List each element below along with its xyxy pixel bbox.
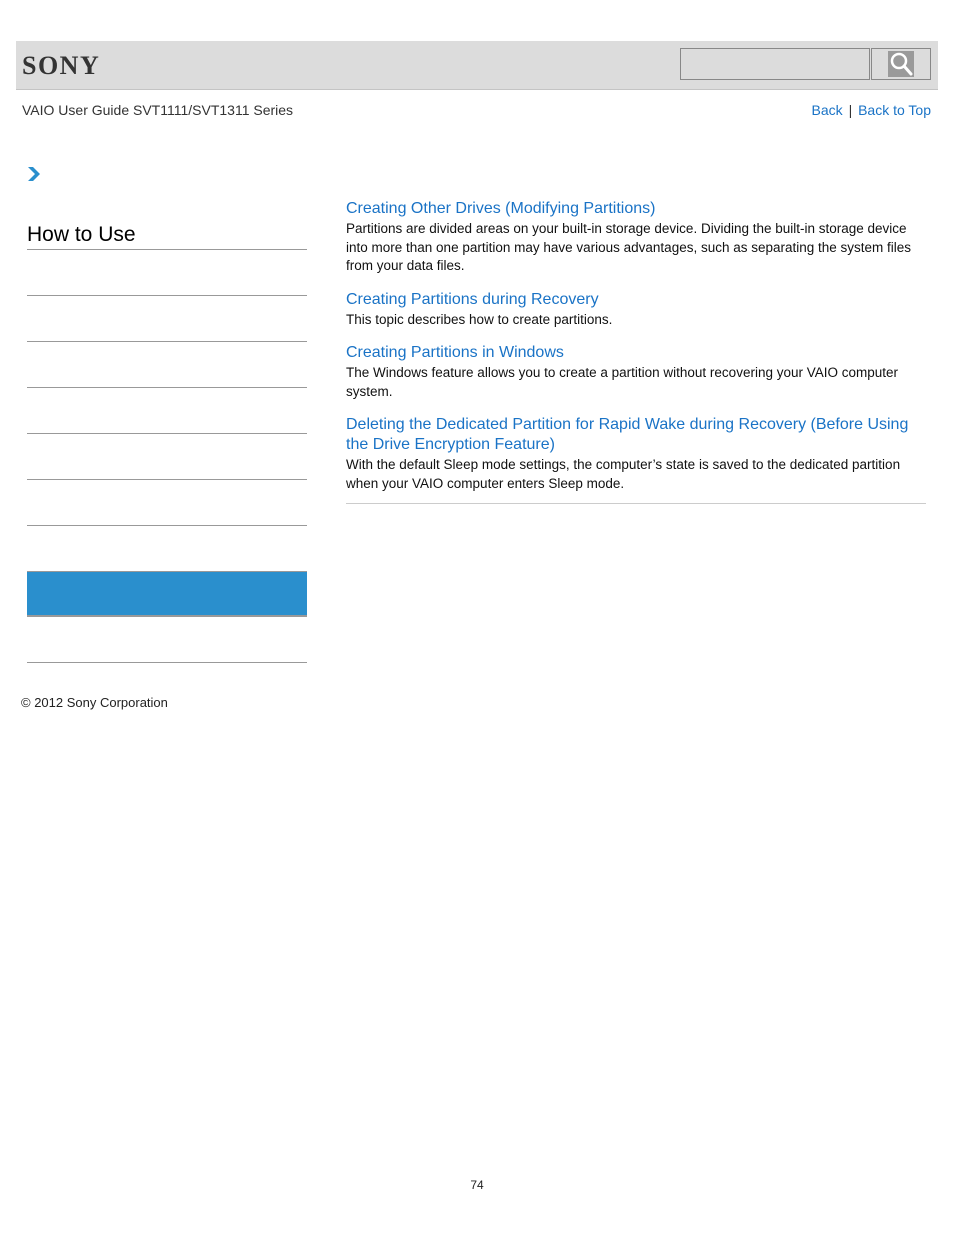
sidebar-item[interactable] [27, 434, 307, 480]
search-button[interactable] [871, 48, 931, 80]
top-links: Back | Back to Top [812, 102, 931, 118]
back-link[interactable]: Back [812, 102, 843, 118]
chevron-right-icon[interactable] [27, 166, 41, 182]
copyright: © 2012 Sony Corporation [21, 695, 168, 710]
topic-description: This topic describes how to create parti… [346, 311, 613, 327]
topic-link[interactable]: Deleting the Dedicated Partition for Rap… [346, 415, 926, 455]
topic-description: Partitions are divided areas on your bui… [346, 221, 912, 273]
topic-description: The Windows feature allows you to create… [346, 365, 899, 399]
sidebar: How to Use [27, 218, 307, 663]
guide-title: VAIO User Guide SVT1111/SVT1311 Series [22, 102, 294, 118]
sidebar-title: How to Use [27, 218, 307, 250]
content-divider [346, 503, 926, 504]
topic-item: Creating Partitions during Recovery This… [346, 290, 926, 330]
sidebar-item[interactable] [27, 250, 307, 296]
magnifier-icon [888, 51, 914, 77]
back-to-top-link[interactable]: Back to Top [858, 102, 931, 118]
topic-item: Creating Other Drives (Modifying Partiti… [346, 199, 926, 276]
sidebar-item[interactable] [27, 342, 307, 388]
topic-description: With the default Sleep mode settings, th… [346, 457, 901, 491]
header-bar: SONY [16, 41, 938, 90]
page-number: 74 [470, 1178, 484, 1192]
sidebar-item[interactable] [27, 526, 307, 571]
topic-item: Deleting the Dedicated Partition for Rap… [346, 415, 926, 493]
topic-link[interactable]: Creating Other Drives (Modifying Partiti… [346, 199, 926, 219]
link-separator: | [848, 102, 853, 118]
sony-logo: SONY [22, 51, 101, 80]
search-input[interactable] [680, 48, 870, 80]
topic-link[interactable]: Creating Partitions during Recovery [346, 290, 926, 310]
sidebar-item[interactable] [27, 480, 307, 526]
topic-link[interactable]: Creating Partitions in Windows [346, 343, 926, 363]
sidebar-item[interactable] [27, 617, 307, 663]
sidebar-item[interactable] [27, 296, 307, 342]
topic-item: Creating Partitions in Windows The Windo… [346, 343, 926, 401]
sidebar-item[interactable] [27, 388, 307, 434]
topic-list: Creating Other Drives (Modifying Partiti… [346, 199, 926, 504]
sidebar-item-active[interactable] [27, 571, 307, 617]
